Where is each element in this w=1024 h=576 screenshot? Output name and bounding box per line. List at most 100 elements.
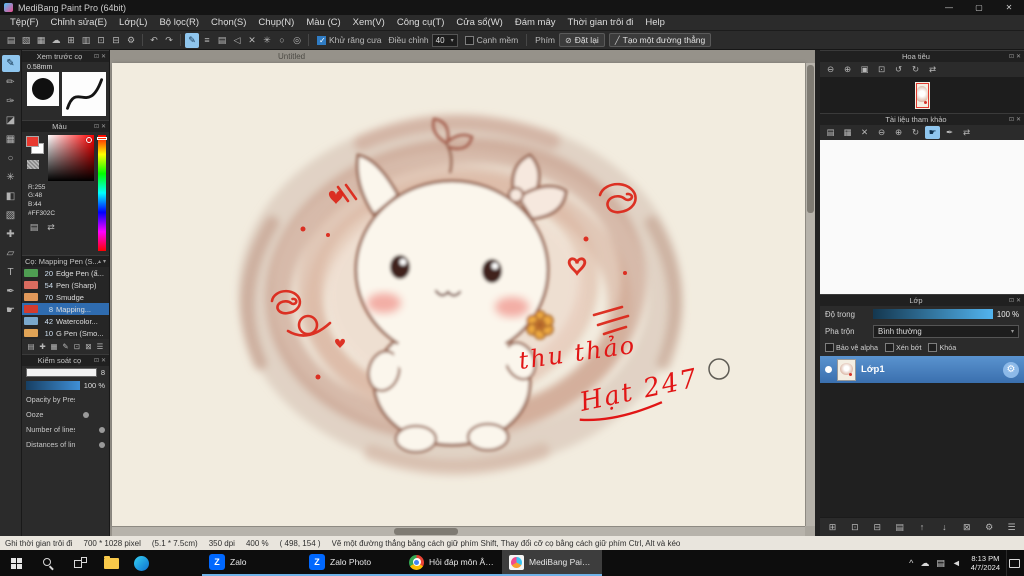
- taskbar-app-medibang[interactable]: MediBang Paint Pro...: [502, 550, 602, 576]
- add-layer-icon[interactable]: ⊞: [826, 520, 839, 534]
- layer-down-icon[interactable]: ↓: [938, 520, 951, 534]
- menu-item[interactable]: Công cụ(T): [391, 17, 451, 28]
- grid-lines-icon[interactable]: ▤: [215, 33, 229, 48]
- brush-folder-icon[interactable]: ▤: [26, 341, 36, 352]
- color-swatches[interactable]: [25, 135, 45, 157]
- duplicate-layer-icon[interactable]: ⊡: [848, 520, 861, 534]
- taskbar-app-chrome[interactable]: Hỏi đáp môn Âm n...: [402, 550, 502, 576]
- brush-item[interactable]: 70 Smudge: [22, 291, 109, 303]
- close-button[interactable]: ✕: [994, 0, 1024, 15]
- slider-track[interactable]: [75, 411, 105, 419]
- brush-delete-icon[interactable]: ⊠: [84, 341, 94, 352]
- copy-icon[interactable]: ⊡: [94, 33, 108, 48]
- maximize-button[interactable]: ▢: [964, 0, 994, 15]
- gradient-tool[interactable]: ▧: [2, 207, 20, 224]
- concentric-guide-icon[interactable]: ◎: [290, 33, 304, 48]
- zoom-fit-icon[interactable]: ▣: [857, 63, 872, 76]
- close-icon[interactable]: ✕: [101, 53, 106, 60]
- brush-opacity-slider[interactable]: [26, 381, 80, 390]
- ref-open-icon[interactable]: ▤: [823, 126, 838, 139]
- clock[interactable]: 8:13 PM 4/7/2024: [965, 554, 1006, 573]
- soft-edge-toggle[interactable]: Cạnh mềm: [464, 35, 518, 45]
- adjust-input[interactable]: 40 ▾: [431, 33, 458, 47]
- blend-mode-select[interactable]: Bình thường ▾: [873, 325, 1019, 338]
- tray-network-icon[interactable]: ▤: [936, 558, 945, 569]
- brush-size-slider[interactable]: [26, 368, 97, 377]
- option-checkbox[interactable]: [825, 343, 834, 352]
- perspective-icon[interactable]: ◁: [230, 33, 244, 48]
- soft-edge-checkbox[interactable]: [464, 35, 474, 45]
- option-checkbox[interactable]: [928, 343, 938, 352]
- ref-flip-icon[interactable]: ⇄: [959, 126, 974, 139]
- close-icon[interactable]: ✕: [1016, 53, 1021, 60]
- taskbar-app-zalo[interactable]: Zalo: [202, 550, 302, 576]
- layer-opacity-slider[interactable]: [873, 309, 993, 319]
- antialias-toggle[interactable]: Khử răng cưa: [317, 35, 382, 45]
- layer-folder-icon[interactable]: ▤: [893, 520, 906, 534]
- ref-rotate-icon[interactable]: ↻: [908, 126, 923, 139]
- magic-wand-tool[interactable]: ✳: [2, 169, 20, 186]
- radial-lines-icon[interactable]: ✳: [260, 33, 274, 48]
- paste-icon[interactable]: ⊟: [109, 33, 123, 48]
- collapse-icon[interactable]: ⊡: [1009, 116, 1014, 123]
- menu-item[interactable]: Thời gian trôi đi: [562, 17, 640, 28]
- ref-eyedropper-icon[interactable]: ✒: [942, 126, 957, 139]
- menu-item[interactable]: Chọn(S): [205, 17, 252, 28]
- reset-button[interactable]: ⊘ Đặt lại: [559, 33, 605, 47]
- collapse-icon[interactable]: ⊡: [94, 357, 99, 364]
- option-checkbox[interactable]: [884, 343, 894, 352]
- ref-hand-icon[interactable]: ☛: [925, 126, 940, 139]
- menu-item[interactable]: Đám mây: [509, 17, 562, 28]
- close-icon[interactable]: ✕: [101, 357, 106, 364]
- reference-content[interactable]: [820, 140, 1024, 294]
- menu-item[interactable]: Tệp(F): [4, 17, 45, 28]
- text-tool[interactable]: T: [2, 264, 20, 281]
- transform-tool[interactable]: ▱: [2, 245, 20, 262]
- slider-track[interactable]: [75, 426, 105, 434]
- tray-volume-icon[interactable]: ◄: [952, 558, 961, 568]
- close-icon[interactable]: ✕: [1016, 297, 1021, 304]
- control-ooze[interactable]: Ooze: [22, 407, 109, 422]
- airbrush-tool[interactable]: ✑: [2, 93, 20, 110]
- layer-row-lop1[interactable]: Lớp1 ⚙: [820, 356, 1024, 383]
- ref-clear-icon[interactable]: ✕: [857, 126, 872, 139]
- lock-option[interactable]: Khóa: [928, 343, 956, 352]
- delete-layer-icon[interactable]: ⊠: [960, 520, 973, 534]
- flip-icon[interactable]: ⇄: [925, 63, 940, 76]
- export-icon[interactable]: ⊞: [64, 33, 78, 48]
- brush-menu-icon[interactable]: ☰: [95, 341, 105, 352]
- control-distances-of-lines[interactable]: Distances of lines: [22, 437, 109, 452]
- layer-menu-icon[interactable]: ☰: [1005, 520, 1018, 534]
- clipping-option[interactable]: Xén bớt: [884, 343, 921, 352]
- print-icon[interactable]: ▥: [79, 33, 93, 48]
- slider-knob[interactable]: [83, 411, 89, 418]
- horizontal-scrollbar[interactable]: [112, 526, 805, 536]
- ellipse-guide-icon[interactable]: ○: [275, 33, 289, 48]
- undo-button[interactable]: ↶: [147, 33, 161, 48]
- search-button[interactable]: [32, 550, 64, 576]
- sv-marker[interactable]: [86, 137, 92, 143]
- ref-zoom-out-icon[interactable]: ⊖: [874, 126, 889, 139]
- transparent-color-swatch[interactable]: [27, 160, 39, 169]
- rotate-left-icon[interactable]: ↺: [891, 63, 906, 76]
- alpha-protect-option[interactable]: Bảo vệ alpha: [825, 343, 878, 352]
- color-sliders-icon[interactable]: ▤: [27, 220, 41, 235]
- layer-gear-icon[interactable]: ⚙: [1003, 361, 1019, 378]
- file-explorer-icon[interactable]: [96, 550, 126, 576]
- settings-icon[interactable]: ⚙: [124, 33, 138, 48]
- minimize-button[interactable]: —: [934, 0, 964, 15]
- slider-track[interactable]: [75, 441, 105, 449]
- menu-item[interactable]: Help: [639, 17, 671, 28]
- task-view-button[interactable]: [64, 550, 96, 576]
- lasso-tool[interactable]: ○: [2, 150, 20, 167]
- bucket-tool[interactable]: ◧: [2, 188, 20, 205]
- brush-item[interactable]: 42 Watercolor...: [22, 315, 109, 327]
- brush-add-icon[interactable]: ✚: [38, 341, 48, 352]
- antialias-checkbox[interactable]: [317, 35, 326, 45]
- layer-up-icon[interactable]: ↑: [916, 520, 929, 534]
- close-icon[interactable]: ✕: [1016, 116, 1021, 123]
- control-number-of-lines[interactable]: Number of lines: [22, 422, 109, 437]
- zoom-100-icon[interactable]: ⊡: [874, 63, 889, 76]
- navigator-thumbnail[interactable]: [914, 81, 930, 109]
- close-icon[interactable]: ✕: [101, 123, 106, 130]
